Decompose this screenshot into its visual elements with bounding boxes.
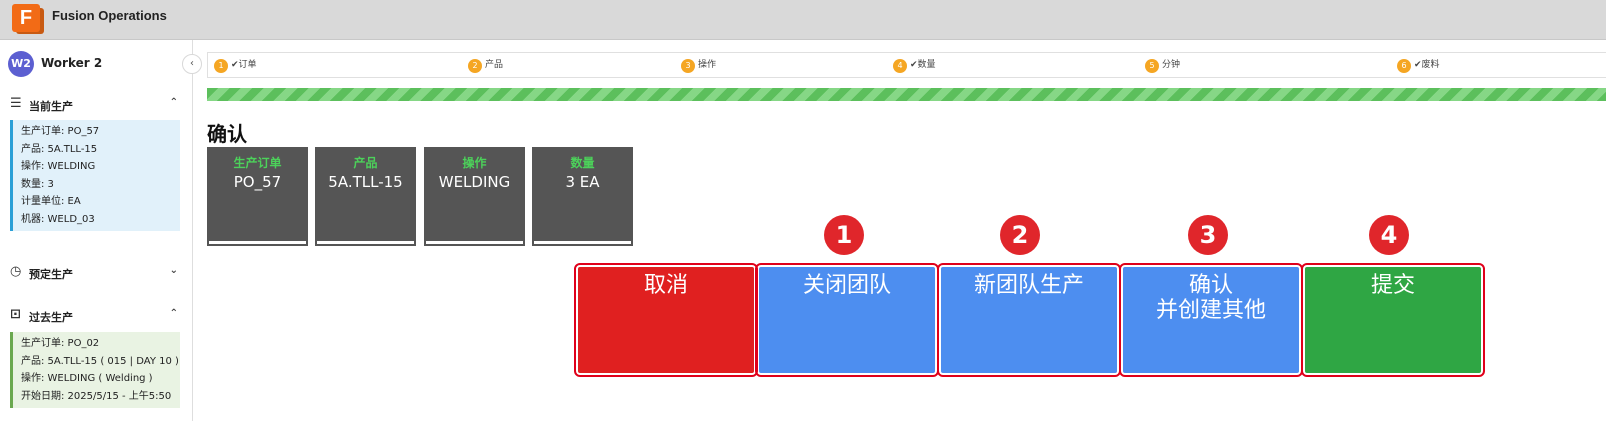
progress-bar: [207, 88, 1606, 101]
chevron-up-icon[interactable]: ⌃: [170, 97, 178, 108]
menu-icon: ☰: [10, 96, 22, 111]
section-title: 预定生产: [29, 268, 73, 281]
step-1[interactable]: 1 ✔订单: [214, 58, 257, 74]
button-label: 取消: [643, 273, 688, 298]
app-logo: F: [12, 4, 44, 34]
step-number: 6: [1397, 58, 1411, 73]
step-label: 产品: [485, 60, 504, 70]
info-line: 开始日期: 2025/5/15 - 上午5:50: [21, 390, 172, 402]
summary-card-order: 生产订单 PO_57: [207, 147, 308, 246]
summary-card-operation: 操作 WELDING: [424, 147, 525, 246]
step-6[interactable]: 6 ✔废料: [1397, 58, 1440, 74]
card-label: 操作: [462, 156, 487, 170]
info-line: 数量: 3: [21, 178, 54, 190]
chevron-down-icon[interactable]: ⌄: [170, 265, 178, 276]
step-label: 操作: [698, 60, 717, 70]
past-production-info: 生产订单: PO_02 产品: 5A.TLL-15 ( 015 | DAY 10…: [10, 332, 180, 408]
confirm-and-create-button[interactable]: 确认 并创建其他: [1119, 263, 1303, 377]
new-team-production-button[interactable]: 新团队生产: [937, 263, 1121, 377]
section-title: 过去生产: [29, 311, 73, 324]
annotation-badge-3: 3: [1188, 215, 1228, 255]
step-label: ✔数量: [910, 60, 936, 70]
step-label: 分钟: [1162, 60, 1181, 70]
info-line: 操作: WELDING ( Welding ): [21, 373, 153, 384]
collapse-sidebar-button[interactable]: ‹: [182, 54, 202, 74]
sidebar: W2 Worker 2 ☰ 当前生产 ⌃ 生产订单: PO_57 产品: 5A.…: [0, 40, 193, 421]
step-number: 1: [214, 58, 228, 73]
info-line: 生产订单: PO_57: [21, 126, 100, 137]
main-content: 1 ✔订单 2 产品 3 操作 4 ✔数量 5 分钟 6 ✔废料 确认 生产订单 PO_57…: [193, 40, 1606, 421]
app-bar: F Fusion Operations: [0, 0, 1606, 40]
button-label: 提交: [1370, 273, 1415, 298]
step-2[interactable]: 2 产品: [468, 58, 503, 74]
page-title: 确认: [207, 122, 247, 146]
chevron-up-icon[interactable]: ⌃: [170, 308, 178, 319]
info-line: 计量单位: EA: [21, 196, 81, 207]
section-past-production[interactable]: ⊡ 过去生产 ⌃: [10, 308, 180, 326]
card-value: 5A.TLL-15: [328, 173, 403, 191]
card-label: 数量: [570, 156, 595, 170]
info-line: 产品: 5A.TLL-15: [21, 143, 98, 155]
step-5[interactable]: 5 分钟: [1145, 58, 1180, 74]
annotation-badge-2: 2: [1000, 215, 1040, 255]
step-label: ✔废料: [1414, 60, 1440, 70]
step-label: ✔订单: [231, 60, 257, 70]
info-line: 生产订单: PO_02: [21, 338, 100, 349]
card-label: 生产订单: [233, 156, 282, 170]
card-label: 产品: [353, 156, 378, 170]
section-scheduled-production[interactable]: ◷ 预定生产 ⌄: [10, 265, 180, 283]
button-label-line2: 并创建其他: [1155, 298, 1266, 323]
button-label: 关闭团队: [802, 273, 891, 298]
card-value: PO_57: [233, 173, 282, 191]
user-name: Worker 2: [41, 56, 103, 70]
step-3[interactable]: 3 操作: [681, 58, 716, 74]
current-production-info: 生产订单: PO_57 产品: 5A.TLL-15 操作: WELDING 数量…: [10, 120, 180, 231]
annotation-badge-4: 4: [1369, 215, 1409, 255]
close-team-button[interactable]: 关闭团队: [755, 263, 939, 377]
info-line: 机器: WELD_03: [21, 213, 95, 225]
step-4[interactable]: 4 ✔数量: [893, 58, 936, 74]
logo-letter: F: [12, 4, 40, 32]
section-title: 当前生产: [29, 100, 73, 113]
button-label: 新团队生产: [973, 273, 1084, 298]
stepper: 1 ✔订单 2 产品 3 操作 4 ✔数量 5 分钟 6 ✔废料: [207, 52, 1606, 78]
step-number: 5: [1145, 58, 1159, 73]
info-line: 操作: WELDING: [21, 161, 96, 172]
step-number: 4: [893, 58, 907, 73]
archive-icon: ⊡: [10, 307, 21, 322]
summary-card-quantity: 数量 3 EA: [532, 147, 633, 246]
card-value: 3 EA: [565, 173, 600, 191]
cancel-button[interactable]: 取消: [574, 263, 758, 377]
card-value: WELDING: [438, 173, 511, 191]
avatar: W2: [8, 51, 34, 77]
step-number: 3: [681, 58, 695, 73]
section-current-production[interactable]: ☰ 当前生产 ⌃: [10, 97, 180, 115]
clock-icon: ◷: [10, 264, 22, 279]
summary-card-product: 产品 5A.TLL-15: [315, 147, 416, 246]
annotation-badge-1: 1: [824, 215, 864, 255]
step-number: 2: [468, 58, 482, 73]
button-label: 确认: [1188, 273, 1233, 298]
info-line: 产品: 5A.TLL-15 ( 015 | DAY 10 ): [21, 355, 179, 367]
app-title: Fusion Operations: [52, 8, 167, 23]
submit-button[interactable]: 提交: [1301, 263, 1485, 377]
